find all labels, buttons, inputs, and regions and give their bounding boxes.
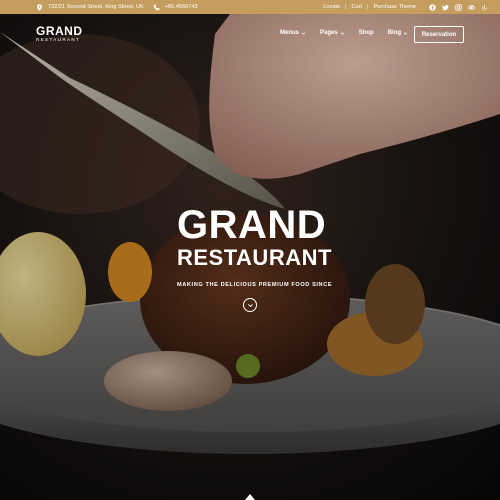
divider: |: [345, 4, 347, 10]
section-pointer: [245, 494, 255, 500]
nav-label: Blog: [387, 30, 402, 36]
social-links: [429, 3, 488, 11]
location-pin-icon: [36, 3, 43, 11]
phone-text[interactable]: +65.4566743: [165, 4, 198, 10]
hero-title-line2: RESTAURANT: [177, 245, 332, 270]
site-logo[interactable]: GRAND RESTAURANT: [36, 24, 83, 43]
contact-info: 732/21 Second Street, King Street, UK +6…: [36, 3, 198, 11]
nav-item-menus[interactable]: Menus: [280, 30, 306, 36]
nav-label: Menus: [280, 30, 300, 36]
phone-icon: [153, 4, 160, 11]
top-info-bar: 732/21 Second Street, King Street, UK +6…: [0, 0, 500, 14]
topbar-links: Locate | Cart | Purchase Theme: [323, 3, 488, 11]
nav-item-shop[interactable]: Shop: [359, 30, 374, 36]
chevron-down-icon: [340, 32, 344, 35]
logo-subtitle: RESTAURANT: [36, 37, 81, 42]
reservation-button[interactable]: Reservation: [414, 26, 464, 43]
page: 732/21 Second Street, King Street, UK +6…: [0, 0, 500, 500]
cart-link[interactable]: Cart: [351, 4, 362, 10]
chevron-down-icon: [403, 32, 408, 35]
nav-label: Pages: [320, 30, 338, 36]
hero-title-line1: GRAND: [177, 203, 327, 247]
chevron-down-icon: [301, 32, 306, 35]
hero-tagline: MAKING THE DELICIOUS PREMIUM FOOD SINCE: [177, 282, 333, 288]
locate-link[interactable]: Locate: [323, 4, 340, 10]
nav-item-pages[interactable]: Pages: [320, 30, 345, 36]
nav-label: Shop: [358, 30, 374, 36]
instagram-icon[interactable]: [455, 3, 462, 11]
main-nav: Menus Pages Shop Blog: [280, 30, 408, 36]
chevron-down-icon: [247, 303, 253, 307]
address-text: 732/21 Second Street, King Street, UK: [48, 4, 144, 10]
nav-item-blog[interactable]: Blog: [388, 30, 408, 36]
scroll-down-button[interactable]: [243, 298, 257, 312]
purchase-theme-link[interactable]: Purchase Theme: [374, 4, 417, 10]
logo-title: GRAND: [36, 24, 83, 38]
facebook-icon[interactable]: [429, 3, 436, 11]
twitter-icon[interactable]: [442, 4, 449, 11]
yelp-icon[interactable]: [481, 4, 488, 11]
tripadvisor-icon[interactable]: [468, 4, 475, 11]
divider: |: [367, 4, 369, 10]
